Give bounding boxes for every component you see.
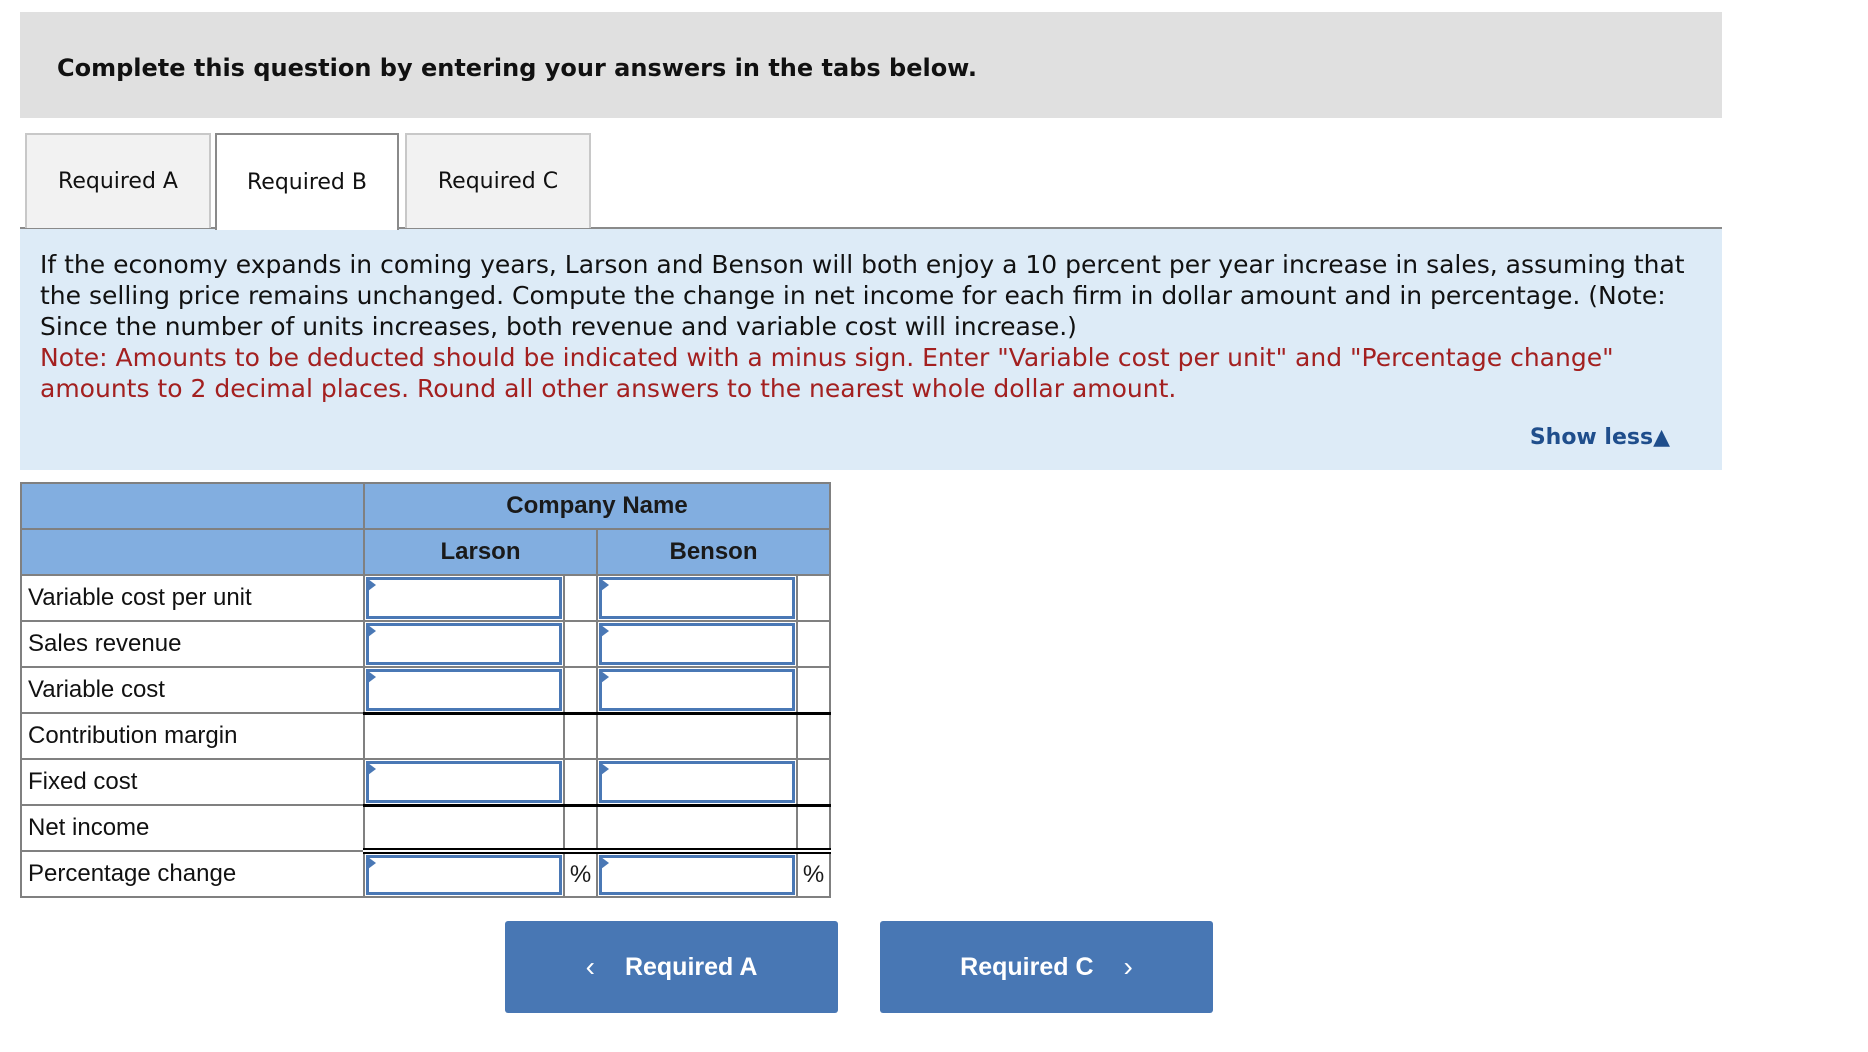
benson-suffix-cell bbox=[796, 620, 831, 668]
column-header-larson: Larson bbox=[363, 528, 598, 576]
instructions-banner: Complete this question by entering your … bbox=[20, 12, 1722, 118]
benson-cell bbox=[596, 804, 798, 854]
benson-suffix-cell bbox=[796, 574, 831, 622]
table-row: Variable cost bbox=[20, 666, 831, 715]
prev-button-label: Required A bbox=[624, 952, 758, 981]
header-row-columns: Larson Benson bbox=[20, 528, 831, 576]
row-label: Sales revenue bbox=[20, 620, 365, 668]
row-label: Contribution margin bbox=[20, 712, 365, 760]
row-label: Fixed cost bbox=[20, 758, 365, 806]
larson-suffix-cell bbox=[563, 804, 598, 854]
benson-cell bbox=[596, 758, 798, 807]
larson-cell bbox=[363, 850, 565, 898]
benson-input[interactable] bbox=[599, 669, 795, 711]
table-row: Percentage change%% bbox=[20, 850, 831, 898]
chevron-left-icon: ‹ bbox=[585, 951, 595, 982]
benson-suffix-cell bbox=[796, 758, 831, 807]
benson-input[interactable] bbox=[599, 577, 795, 619]
larson-suffix-cell bbox=[563, 666, 598, 715]
instructions-text: Complete this question by entering your … bbox=[57, 54, 977, 82]
larson-cell bbox=[363, 712, 565, 760]
row-label: Variable cost bbox=[20, 666, 365, 714]
show-less-link[interactable]: Show less▲ bbox=[1530, 425, 1670, 450]
larson-cell bbox=[363, 758, 565, 807]
chevron-right-icon: › bbox=[1123, 951, 1133, 982]
triangle-up-icon: ▲ bbox=[1653, 425, 1670, 450]
company-name-header: Company Name bbox=[363, 482, 831, 530]
benson-cell bbox=[596, 620, 798, 668]
table-row: Sales revenue bbox=[20, 620, 831, 668]
tab-bar: Required A Required B Required C bbox=[20, 133, 1722, 230]
benson-input[interactable] bbox=[599, 761, 795, 803]
question-panel: If the economy expands in coming years, … bbox=[20, 229, 1722, 470]
tab-required-b[interactable]: Required B bbox=[215, 133, 399, 230]
table-row: Net income bbox=[20, 804, 831, 854]
header-row-group: Company Name bbox=[20, 482, 831, 530]
larson-input[interactable] bbox=[366, 669, 562, 711]
larson-cell bbox=[363, 574, 565, 622]
larson-suffix-cell bbox=[563, 574, 598, 622]
table-row: Variable cost per unit bbox=[20, 574, 831, 622]
larson-input[interactable] bbox=[366, 761, 562, 803]
question-text: If the economy expands in coming years, … bbox=[40, 250, 1685, 341]
larson-cell bbox=[363, 666, 565, 715]
question-note: Note: Amounts to be deducted should be i… bbox=[40, 343, 1614, 403]
benson-input[interactable] bbox=[599, 623, 795, 665]
benson-suffix-cell bbox=[796, 804, 831, 854]
larson-cell bbox=[363, 804, 565, 854]
next-required-c-button[interactable]: Required C › bbox=[880, 921, 1213, 1013]
header-blank-2 bbox=[20, 528, 365, 576]
table-row: Fixed cost bbox=[20, 758, 831, 807]
benson-input[interactable] bbox=[599, 855, 795, 895]
larson-suffix-cell: % bbox=[563, 850, 598, 898]
benson-cell bbox=[596, 712, 798, 760]
larson-suffix-cell bbox=[563, 620, 598, 668]
benson-cell bbox=[596, 666, 798, 715]
benson-suffix-cell: % bbox=[796, 850, 831, 898]
row-label: Percentage change bbox=[20, 850, 365, 898]
column-header-benson: Benson bbox=[596, 528, 831, 576]
question-text-block: If the economy expands in coming years, … bbox=[40, 249, 1710, 404]
next-button-label: Required C bbox=[960, 952, 1094, 981]
table-row: Contribution margin bbox=[20, 712, 831, 760]
benson-cell bbox=[596, 850, 798, 898]
row-label: Variable cost per unit bbox=[20, 574, 365, 622]
benson-suffix-cell bbox=[796, 712, 831, 760]
header-blank bbox=[20, 482, 365, 530]
prev-required-a-button[interactable]: ‹ Required A bbox=[505, 921, 838, 1013]
tab-required-a[interactable]: Required A bbox=[25, 133, 211, 228]
larson-input[interactable] bbox=[366, 577, 562, 619]
benson-suffix-cell bbox=[796, 666, 831, 715]
larson-suffix-cell bbox=[563, 712, 598, 760]
benson-cell bbox=[596, 574, 798, 622]
larson-suffix-cell bbox=[563, 758, 598, 807]
answer-table: Company Name Larson Benson Variable cost… bbox=[20, 482, 831, 898]
larson-cell bbox=[363, 620, 565, 668]
tab-required-c[interactable]: Required C bbox=[405, 133, 591, 228]
show-less-label: Show less bbox=[1529, 425, 1654, 450]
larson-input[interactable] bbox=[366, 855, 562, 895]
row-label: Net income bbox=[20, 804, 365, 852]
larson-input[interactable] bbox=[366, 623, 562, 665]
